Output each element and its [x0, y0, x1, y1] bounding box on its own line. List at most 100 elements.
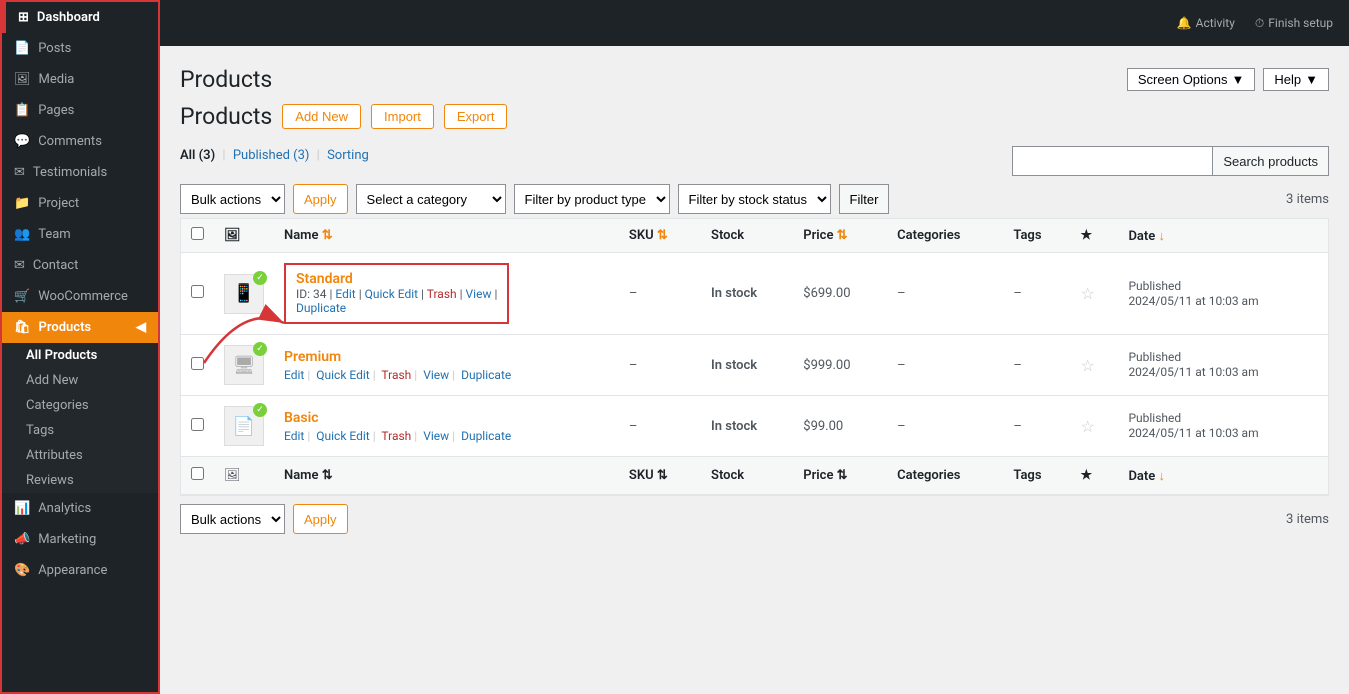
row2-view-link[interactable]: View [423, 368, 449, 382]
sidebar-team-label: Team [38, 227, 71, 242]
row1-star-icon[interactable]: ☆ [1081, 284, 1095, 303]
row1-img-badge: ✓ [253, 271, 267, 285]
row1-checkbox[interactable] [191, 285, 204, 298]
sidebar-sub-all-products[interactable]: All Products [2, 343, 158, 368]
row1-duplicate-link[interactable]: Duplicate [296, 301, 346, 315]
footer-image-cell: 🖼 [214, 457, 274, 495]
row3-product-name-link[interactable]: Basic [284, 410, 319, 426]
row1-published-status: Published2024/05/11 at 10:03 am [1128, 279, 1258, 308]
row3-edit-link[interactable]: Edit [284, 429, 304, 443]
analytics-icon: 📊 [14, 501, 30, 516]
sidebar-sub-attributes[interactable]: Attributes [2, 443, 158, 468]
top-apply-button[interactable]: Apply [293, 184, 348, 214]
row2-duplicate-link[interactable]: Duplicate [461, 368, 511, 382]
products-table: 🖼 Name ⇅ SKU ⇅ Stock Price [181, 219, 1328, 495]
row3-star-icon[interactable]: ☆ [1081, 417, 1095, 436]
row3-image-cell: 📄 ✓ [214, 396, 274, 457]
row2-published-status: Published2024/05/11 at 10:03 am [1128, 350, 1258, 379]
product-type-select[interactable]: Filter by product type [514, 184, 670, 214]
row3-quick-edit-link[interactable]: Quick Edit [316, 429, 369, 443]
sidebar-sub-reviews[interactable]: Reviews [2, 468, 158, 493]
search-input[interactable] [1012, 146, 1212, 176]
main-content: 🔔 Activity ⏱ Finish setup Products Scree… [160, 0, 1349, 694]
th-sku[interactable]: SKU ⇅ [619, 219, 701, 253]
row1-quick-edit-link[interactable]: Quick Edit [365, 287, 418, 301]
filter-sorting-link[interactable]: Sorting [327, 148, 369, 163]
sidebar-item-contact[interactable]: ✉ Contact [2, 250, 158, 281]
bottom-apply-button[interactable]: Apply [293, 504, 348, 534]
sidebar-contact-label: Contact [33, 258, 78, 273]
row2-trash-link[interactable]: Trash [381, 368, 411, 382]
row3-view-link[interactable]: View [423, 429, 449, 443]
row1-trash-link[interactable]: Trash [427, 287, 457, 301]
row1-product-name-link[interactable]: Standard [296, 271, 353, 287]
sidebar-item-project[interactable]: 📁 Project [2, 188, 158, 219]
footer-th-name[interactable]: Name ⇅ [274, 457, 619, 495]
row1-product-image: 📱 ✓ [224, 274, 264, 314]
th-checkbox [181, 219, 214, 253]
sidebar-sub-tags[interactable]: Tags [2, 418, 158, 443]
sidebar-item-media[interactable]: 🖼 Media [2, 64, 158, 95]
row3-trash-link[interactable]: Trash [381, 429, 411, 443]
sidebar-item-testimonials[interactable]: ✉ Testimonials [2, 157, 158, 188]
footer-th-featured: ★ [1071, 457, 1119, 495]
import-button[interactable]: Import [371, 104, 434, 129]
filter-button[interactable]: Filter [839, 184, 890, 214]
footer-th-tags: Tags [1003, 457, 1070, 495]
help-button[interactable]: Help ▼ [1263, 68, 1329, 91]
row3-date: Published2024/05/11 at 10:03 am [1118, 396, 1328, 457]
row2-star-icon[interactable]: ☆ [1081, 356, 1095, 375]
filter-published-link[interactable]: Published (3) [233, 148, 310, 163]
bottom-bulk-actions-select[interactable]: Bulk actions [180, 504, 285, 534]
sidebar-products-label: Products [39, 320, 92, 335]
sku-sort-icon: ⇅ [657, 228, 668, 243]
sidebar-item-posts[interactable]: 📄 Posts [2, 33, 158, 64]
sidebar-item-dashboard[interactable]: ⊞ Dashboard [2, 2, 158, 33]
sidebar-item-appearance[interactable]: 🎨 Appearance [2, 555, 158, 586]
top-bulk-actions-select[interactable]: Bulk actions [180, 184, 285, 214]
row2-checkbox[interactable] [191, 357, 204, 370]
th-date[interactable]: Date ↓ [1118, 219, 1328, 253]
filter-all-link[interactable]: All (3) [180, 148, 215, 163]
row1-stock: In stock [701, 253, 793, 335]
finish-setup-button[interactable]: ⏱ Finish setup [1255, 16, 1333, 31]
sidebar-item-team[interactable]: 👥 Team [2, 219, 158, 250]
image-column-icon: 🖼 [224, 228, 241, 243]
row1-view-link[interactable]: View [466, 287, 492, 301]
sidebar-item-marketing[interactable]: 📣 Marketing [2, 524, 158, 555]
sidebar-item-woocommerce[interactable]: 🛒 WooCommerce [2, 281, 158, 312]
row2-product-name-link[interactable]: Premium [284, 349, 341, 365]
row2-edit-link[interactable]: Edit [284, 368, 304, 382]
row3-duplicate-link[interactable]: Duplicate [461, 429, 511, 443]
sidebar-item-analytics[interactable]: 📊 Analytics [2, 493, 158, 524]
row2-quick-edit-link[interactable]: Quick Edit [316, 368, 369, 382]
activity-button[interactable]: 🔔 Activity [1177, 16, 1235, 30]
footer-th-price[interactable]: Price ⇅ [793, 457, 887, 495]
screen-options-button[interactable]: Screen Options ▼ [1127, 68, 1255, 91]
row1-edit-link[interactable]: Edit [335, 287, 355, 301]
footer-select-all-checkbox[interactable] [191, 467, 204, 480]
sidebar-products-header[interactable]: 🛍 Products ◀ [2, 312, 158, 343]
project-icon: 📁 [14, 196, 30, 211]
appearance-icon: 🎨 [14, 563, 30, 578]
export-button[interactable]: Export [444, 104, 508, 129]
footer-th-date[interactable]: Date ↓ [1118, 457, 1328, 495]
sidebar-sub-categories[interactable]: Categories [2, 393, 158, 418]
row1-name-cell: Standard ID: 34 | Edit | Quick Edit | Tr… [274, 253, 619, 335]
sidebar-item-pages[interactable]: 📋 Pages [2, 95, 158, 126]
sku-col-label: SKU [629, 228, 654, 243]
add-new-button[interactable]: Add New [282, 104, 361, 129]
row1-product-id: ID: 34 | Edit | Quick Edit | Trash | Vie… [296, 287, 497, 301]
row2-tags: – [1003, 335, 1070, 396]
category-select[interactable]: Select a category [356, 184, 506, 214]
row3-checkbox[interactable] [191, 418, 204, 431]
th-name[interactable]: Name ⇅ [274, 219, 619, 253]
th-price[interactable]: Price ⇅ [793, 219, 887, 253]
footer-th-sku[interactable]: SKU ⇅ [619, 457, 701, 495]
th-tags: Tags [1003, 219, 1070, 253]
sidebar-item-comments[interactable]: 💬 Comments [2, 126, 158, 157]
sidebar-sub-add-new[interactable]: Add New [2, 368, 158, 393]
select-all-checkbox[interactable] [191, 227, 204, 240]
search-button[interactable]: Search products [1212, 146, 1329, 176]
stock-status-select[interactable]: Filter by stock status [678, 184, 831, 214]
